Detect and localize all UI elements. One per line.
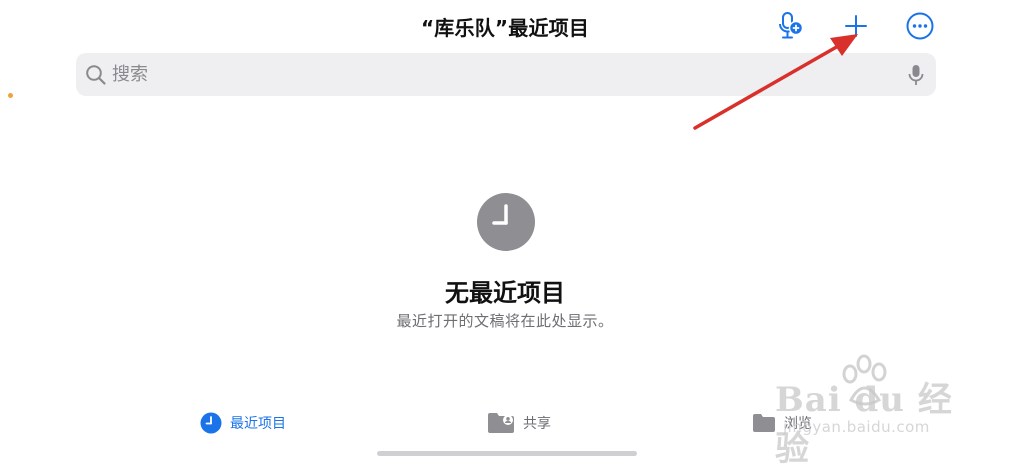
search-icon [86, 65, 106, 85]
tab-label: 浏览 [784, 416, 812, 432]
more-button[interactable] [902, 8, 938, 44]
add-button[interactable] [838, 8, 874, 44]
shared-folder-icon [488, 413, 514, 433]
empty-state-title: 无最近项目 [445, 279, 565, 307]
search-input[interactable] [112, 53, 892, 96]
clock-icon [477, 193, 535, 251]
tab-browse[interactable]: 浏览 [752, 405, 812, 441]
paw-logo-icon [842, 354, 887, 406]
folder-icon [753, 414, 775, 432]
home-indicator[interactable] [377, 451, 637, 456]
tab-shared[interactable]: 共享 [487, 405, 551, 441]
microphone-icon[interactable] [906, 64, 926, 86]
empty-state-subtitle: 最近打开的文稿将在此处显示。 [396, 312, 614, 330]
tab-label: 最近项目 [230, 416, 286, 432]
status-dot [8, 93, 13, 98]
clock-icon [200, 412, 222, 434]
microphone-plus-icon [779, 12, 804, 39]
tab-recents[interactable]: 最近项目 [200, 405, 286, 441]
search-bar[interactable] [76, 53, 936, 96]
tab-bar: 最近项目 共享 浏览 [0, 405, 1010, 441]
tab-label: 共享 [523, 416, 551, 432]
plus-icon [845, 15, 867, 37]
record-audio-button[interactable] [773, 8, 809, 44]
ellipsis-circle-icon [906, 12, 934, 40]
